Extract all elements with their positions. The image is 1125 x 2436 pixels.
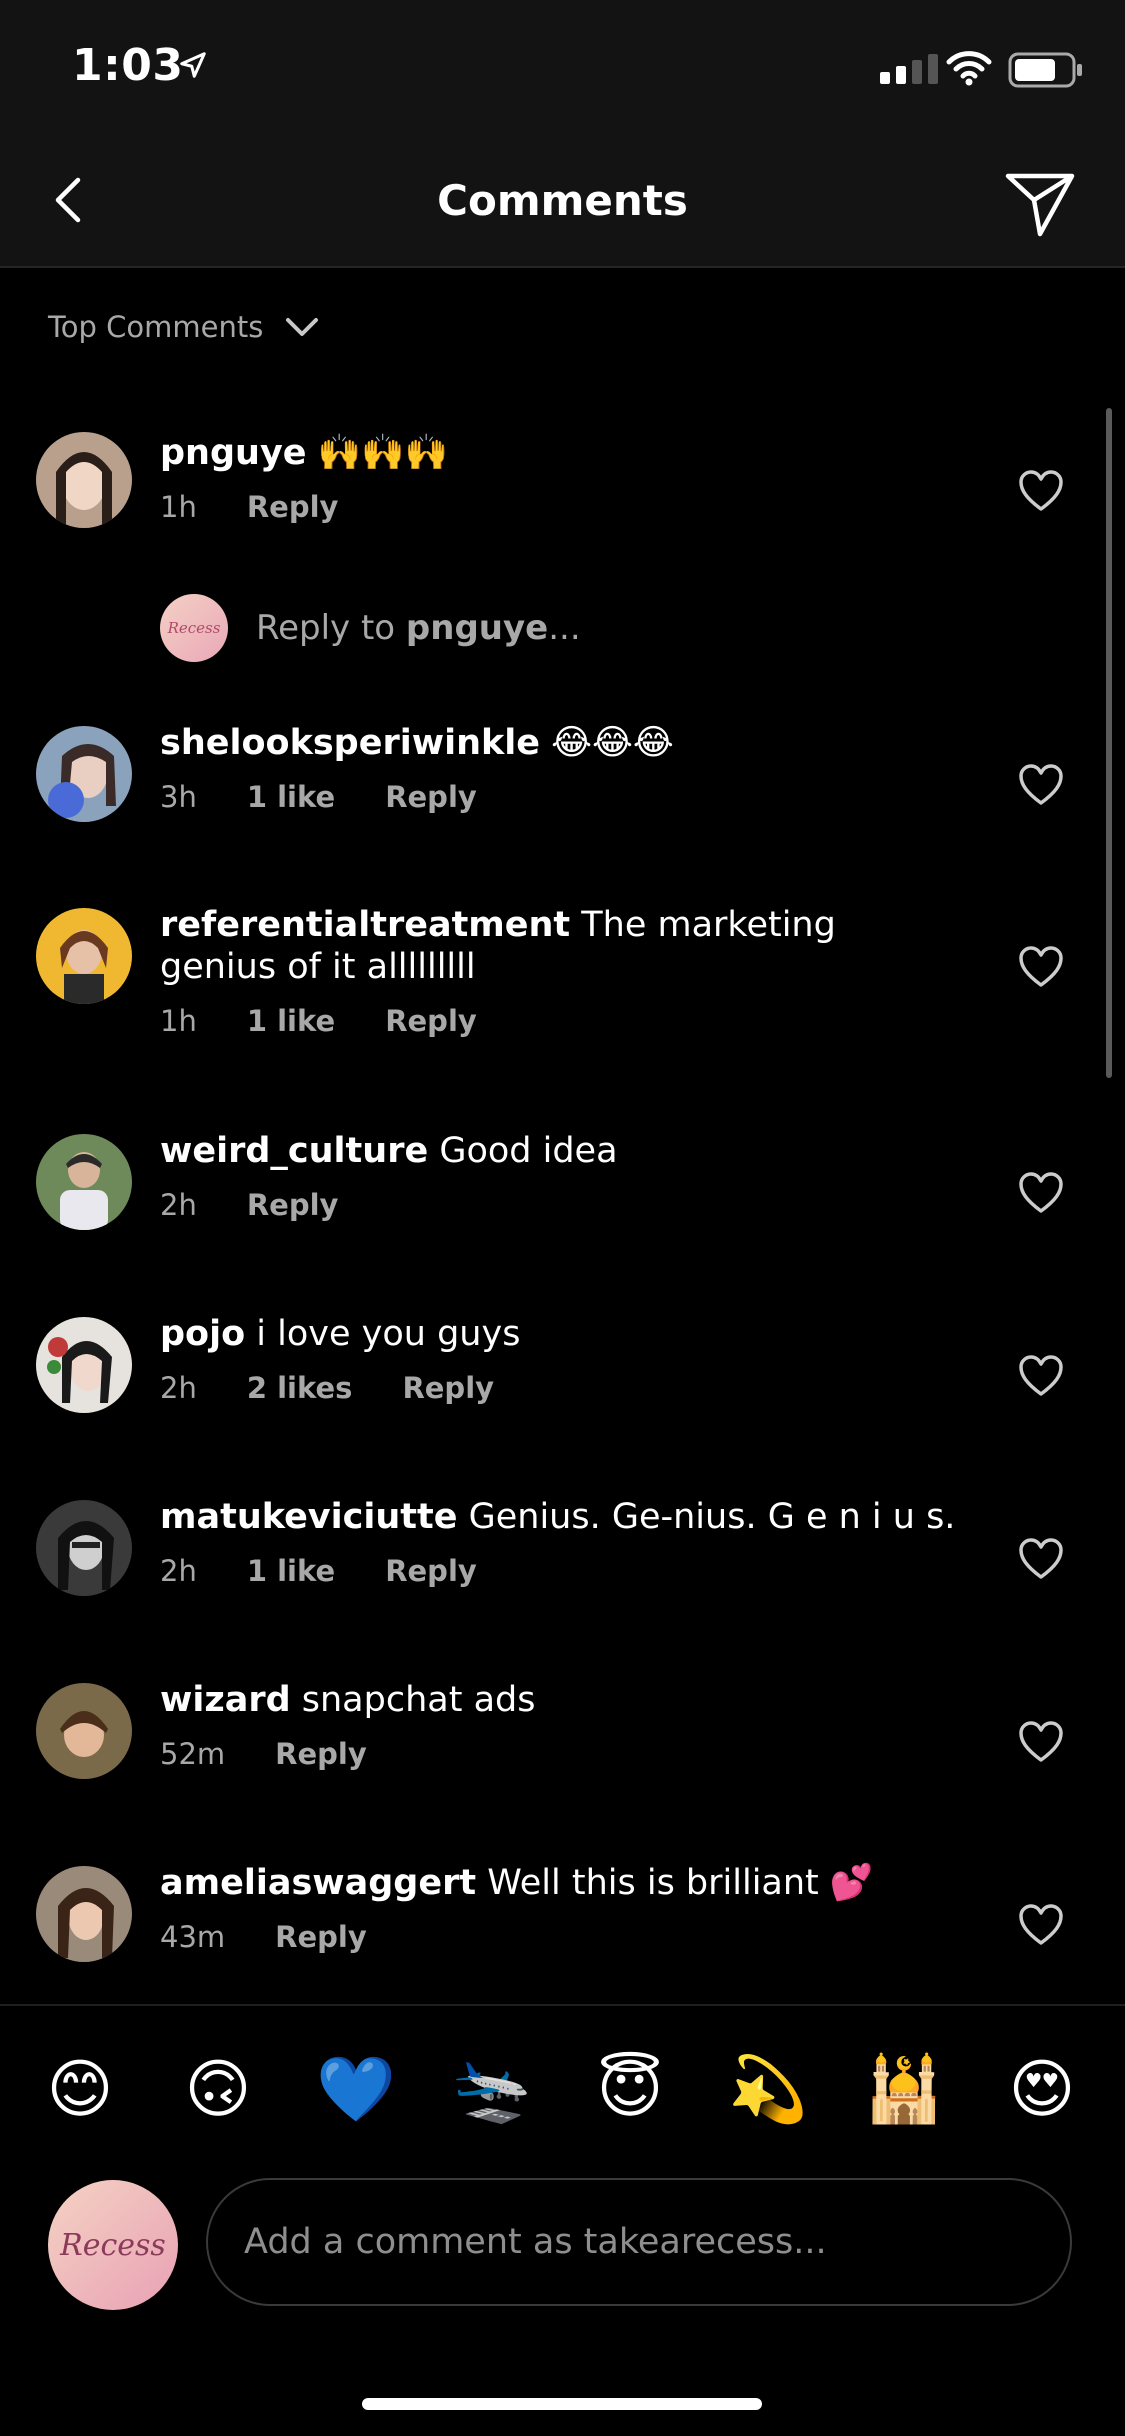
comment-time: 1h <box>160 490 197 524</box>
comment-time: 2h <box>160 1188 197 1222</box>
emoji-button[interactable]: 💙 <box>316 2050 396 2130</box>
comment-text: snapchat ads <box>290 1680 536 1720</box>
comment-text: Genius. Ge-nius. G e n i u s. <box>457 1497 956 1537</box>
comment-time: 52m <box>160 1737 226 1771</box>
emoji-button[interactable]: 🕌 <box>864 2050 944 2130</box>
avatar[interactable] <box>36 432 132 528</box>
avatar[interactable] <box>36 1134 132 1230</box>
wifi-icon <box>946 51 992 86</box>
avatar-logo-text: Recess <box>60 2227 166 2263</box>
comment-text: Well this is brilliant 💕 <box>476 1863 874 1903</box>
emoji-quick-bar: 😊 🙃 💙 🛬 😇 💫 🕌 😍 <box>0 2004 1125 2176</box>
status-time: 1:03 <box>72 40 184 91</box>
avatar: Recess <box>48 2180 178 2310</box>
location-arrow-icon <box>180 52 206 78</box>
comment-username[interactable]: weird_culture <box>160 1131 428 1171</box>
emoji-button[interactable]: 🙃 <box>178 2050 258 2130</box>
reply-button[interactable]: Reply <box>402 1371 494 1405</box>
reply-button[interactable]: Reply <box>385 1004 477 1038</box>
battery-icon <box>1008 52 1082 88</box>
comment-text: i love you guys <box>245 1314 521 1354</box>
heart-icon[interactable] <box>1018 1721 1064 1763</box>
avatar[interactable] <box>36 1500 132 1596</box>
comment-time: 3h <box>160 780 197 814</box>
sort-label: Top Comments <box>48 310 264 344</box>
heart-icon[interactable] <box>1018 946 1064 988</box>
nav-bar: Comments <box>0 140 1125 268</box>
likes-count[interactable]: 1 like <box>247 1004 335 1038</box>
avatar: Recess <box>160 594 228 662</box>
reply-prompt[interactable]: Recess Reply to pnguye... <box>160 594 581 662</box>
heart-icon[interactable] <box>1018 1355 1064 1397</box>
emoji-button[interactable]: 😇 <box>590 2050 670 2130</box>
comment-text: 🙌🙌🙌 <box>306 433 449 473</box>
send-direct-icon[interactable] <box>1000 162 1080 242</box>
scrollbar[interactable] <box>1106 408 1112 1078</box>
comment-time: 2h <box>160 1554 197 1588</box>
comment-username[interactable]: pojo <box>160 1314 245 1354</box>
status-bar: 1:03 <box>0 0 1125 140</box>
comment-time: 1h <box>160 1004 197 1038</box>
comment-username[interactable]: pnguye <box>160 433 307 473</box>
emoji-button[interactable]: 🛬 <box>452 2050 532 2130</box>
comment-username[interactable]: wizard <box>160 1680 291 1720</box>
likes-count[interactable]: 1 like <box>247 780 335 814</box>
heart-icon[interactable] <box>1018 470 1064 512</box>
heart-icon[interactable] <box>1018 764 1064 806</box>
emoji-button[interactable]: 💫 <box>728 2050 808 2130</box>
avatar[interactable] <box>36 908 132 1004</box>
avatar-logo-text: Recess <box>167 619 221 637</box>
avatar[interactable] <box>36 1317 132 1413</box>
reply-prompt-text[interactable]: Reply to pnguye... <box>256 608 581 648</box>
home-indicator[interactable] <box>362 2398 762 2410</box>
reply-button[interactable]: Reply <box>247 490 339 524</box>
heart-icon[interactable] <box>1018 1172 1064 1214</box>
reply-button[interactable]: Reply <box>247 1188 339 1222</box>
comment-username[interactable]: ameliaswaggert <box>160 1863 476 1903</box>
page-title: Comments <box>437 176 688 225</box>
avatar[interactable] <box>36 726 132 822</box>
comment-username[interactable]: matukeviciutte <box>160 1497 457 1537</box>
heart-icon[interactable] <box>1018 1904 1064 1946</box>
emoji-button[interactable]: 😊 <box>40 2050 120 2130</box>
cellular-signal-icon <box>880 54 938 84</box>
comment-text: 😂😂😂 <box>540 723 674 763</box>
reply-button[interactable]: Reply <box>385 780 477 814</box>
heart-icon[interactable] <box>1018 1538 1064 1580</box>
chevron-down-icon <box>286 318 319 336</box>
sort-dropdown[interactable]: Top Comments <box>48 310 319 344</box>
comment-compose-bar: Recess Add a comment as takearecess... <box>0 2174 1125 2314</box>
reply-button[interactable]: Reply <box>275 1920 367 1954</box>
reply-button[interactable]: Reply <box>275 1737 367 1771</box>
emoji-button[interactable]: 😍 <box>1002 2050 1082 2130</box>
comment-username[interactable]: referentialtreatment <box>160 905 570 945</box>
comment-input[interactable]: Add a comment as takearecess... <box>206 2178 1072 2306</box>
likes-count[interactable]: 1 like <box>247 1554 335 1588</box>
likes-count[interactable]: 2 likes <box>247 1371 353 1405</box>
comment-text: Good idea <box>428 1131 618 1171</box>
comment-username[interactable]: shelooksperiwinkle <box>160 723 540 763</box>
avatar[interactable] <box>36 1683 132 1779</box>
comment-time: 2h <box>160 1371 197 1405</box>
avatar[interactable] <box>36 1866 132 1962</box>
reply-button[interactable]: Reply <box>385 1554 477 1588</box>
comment-time: 43m <box>160 1920 226 1954</box>
